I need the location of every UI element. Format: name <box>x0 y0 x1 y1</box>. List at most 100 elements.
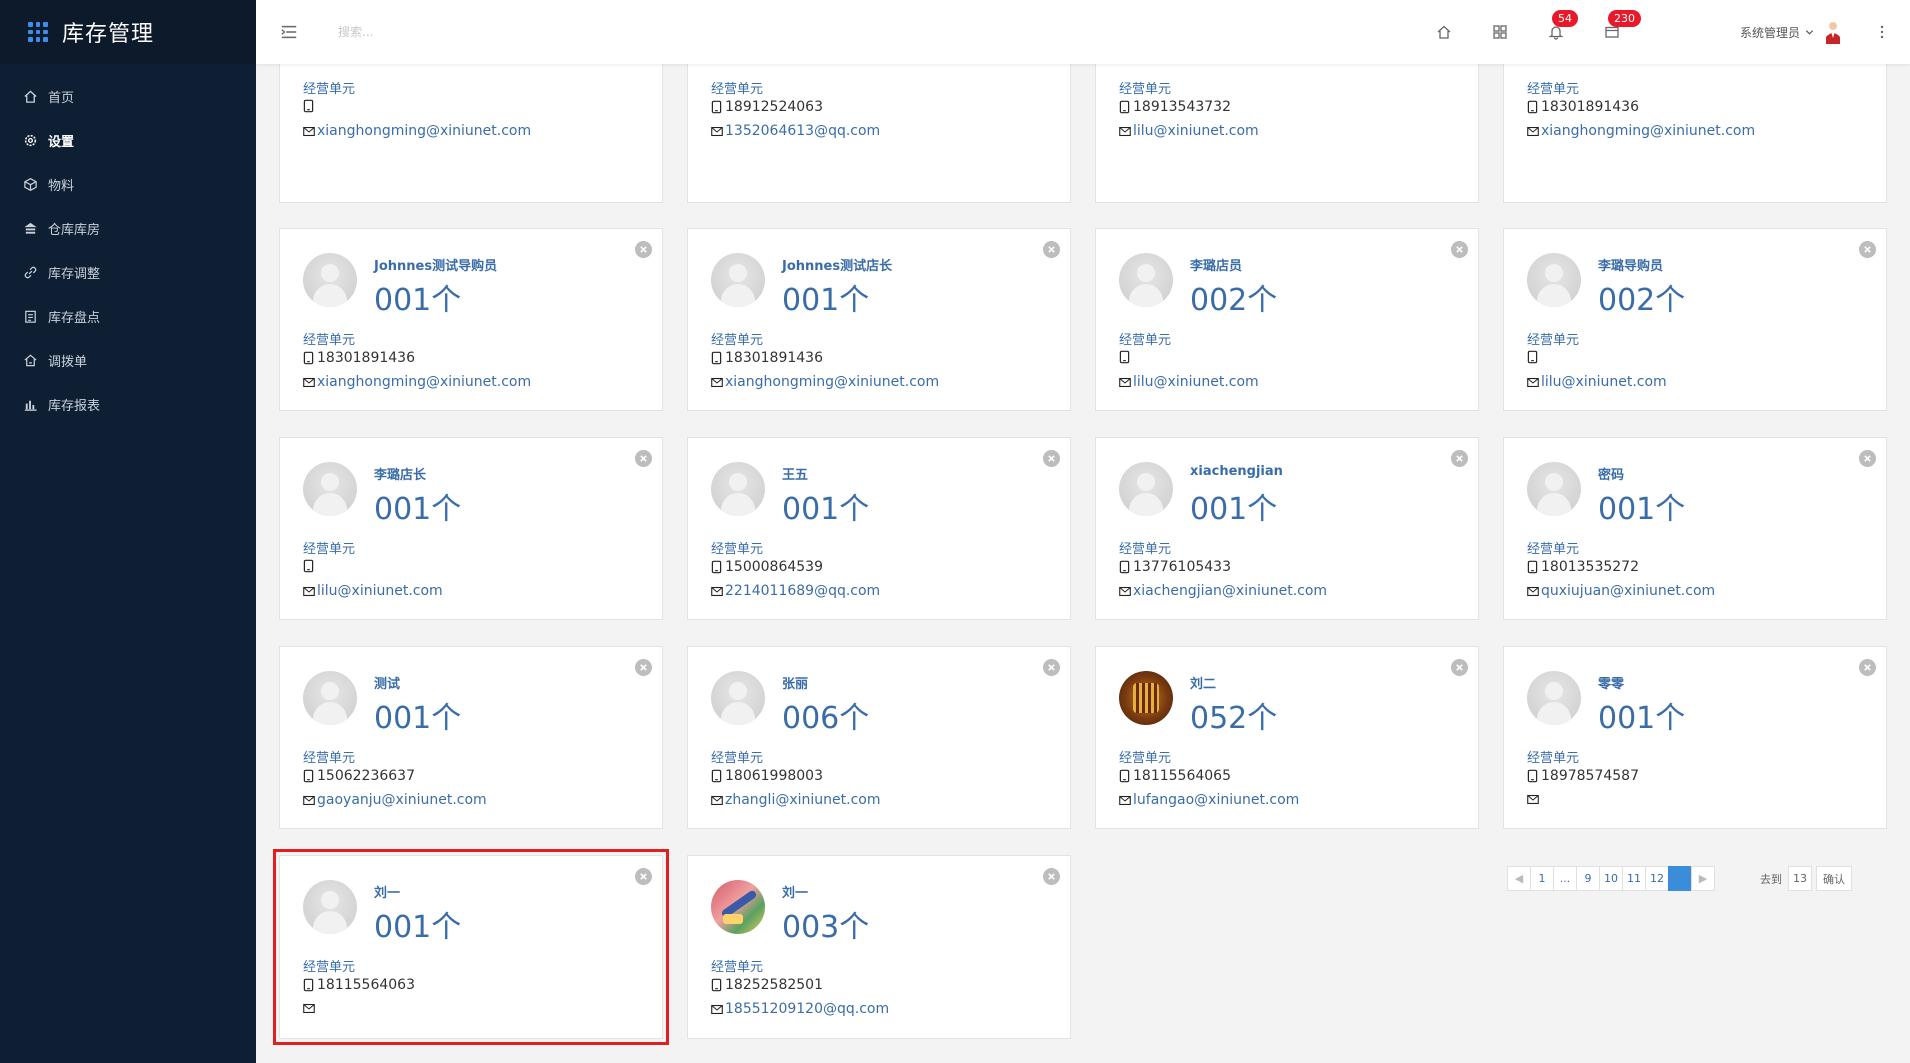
customer-card[interactable]: 李璐导购员 002个 经营单元 lilu@xiniunet.com <box>1503 228 1887 411</box>
email-link[interactable]: gaoyanju@xiniunet.com <box>317 792 487 808</box>
business-unit-link[interactable]: 经营单元 <box>1527 747 1579 766</box>
email-link[interactable]: zhangli@xiniunet.com <box>725 792 880 808</box>
goto-page-input[interactable] <box>1788 866 1812 891</box>
customer-name[interactable]: 密码 <box>1598 464 1624 483</box>
sidebar-item-stock-adjust[interactable]: 库存调整 <box>0 250 256 294</box>
message-icon[interactable]: 230 <box>1602 10 1641 42</box>
email-link[interactable]: lilu@xiniunet.com <box>1541 374 1667 390</box>
customer-card[interactable]: Johnnes测试导购员 001个 经营单元 18301891436 xianghong… <box>279 228 663 411</box>
email-link[interactable]: xianghongming@xiniunet.com <box>317 123 531 139</box>
email-link[interactable]: xianghongming@xiniunet.com <box>725 374 939 390</box>
business-unit-link[interactable]: 经营单元 <box>1527 538 1579 557</box>
customer-name[interactable]: 李璐导购员 <box>1598 255 1663 274</box>
customer-name[interactable]: Johnnes测试导购员 <box>374 255 497 274</box>
customer-card[interactable]: 李璐店长 001个 经营单元 lilu@xiniunet.com <box>279 437 663 620</box>
menu-toggle-icon[interactable] <box>278 21 300 43</box>
customer-name[interactable]: 测试 <box>374 673 400 692</box>
customer-card[interactable]: 王五 001个 经营单元 15000864539 2214011689@qq.com <box>687 437 1071 620</box>
business-unit-link[interactable]: 经营单元 <box>303 78 355 97</box>
email-link[interactable]: xianghongming@xiniunet.com <box>1541 123 1755 139</box>
customer-card[interactable]: 刘二 052个 经营单元 18115564065 lufangao@xiniunet.c… <box>1095 646 1479 829</box>
close-icon[interactable] <box>1043 241 1060 258</box>
customer-name[interactable]: 零零 <box>1598 673 1624 692</box>
close-icon[interactable] <box>1859 241 1876 258</box>
sidebar-item-warehouse[interactable]: 仓库库房 <box>0 206 256 250</box>
sidebar-item-reports[interactable]: 库存报表 <box>0 382 256 426</box>
page-button[interactable]: 11 <box>1622 866 1646 891</box>
customer-name[interactable]: xiachengjian <box>1190 464 1283 479</box>
email-link[interactable]: lufangao@xiniunet.com <box>1133 792 1299 808</box>
business-unit-link[interactable]: 经营单元 <box>1527 78 1579 97</box>
business-unit-link[interactable]: 经营单元 <box>711 329 763 348</box>
business-unit-link[interactable]: 经营单元 <box>1119 329 1171 348</box>
business-unit-link[interactable]: 经营单元 <box>1119 78 1171 97</box>
business-unit-link[interactable]: 经营单元 <box>303 538 355 557</box>
sidebar-item-materials[interactable]: 物料 <box>0 162 256 206</box>
customer-card[interactable]: 刘一 001个 经营单元 18115564063 <box>273 849 669 1045</box>
close-icon[interactable] <box>1043 659 1060 676</box>
email-link[interactable]: xianghongming@xiniunet.com <box>317 374 531 390</box>
business-unit-link[interactable]: 经营单元 <box>1119 747 1171 766</box>
business-unit-link[interactable]: 经营单元 <box>711 956 763 975</box>
customer-card[interactable]: 李璐店员 002个 经营单元 lilu@xiniunet.com <box>1095 228 1479 411</box>
close-icon[interactable] <box>635 659 652 676</box>
dashboard-grid-icon[interactable] <box>1490 22 1510 42</box>
business-unit-link[interactable]: 经营单元 <box>303 956 355 975</box>
close-icon[interactable] <box>1859 659 1876 676</box>
business-unit-link[interactable]: 经营单元 <box>711 78 763 97</box>
customer-card[interactable]: 零零 001个 经营单元 18978574587 <box>1503 646 1887 829</box>
close-icon[interactable] <box>635 868 652 885</box>
sidebar-item-stock-count[interactable]: 库存盘点 <box>0 294 256 338</box>
customer-card[interactable]: Johnnes测试店长 001个 经营单元 18301891436 xianghongm… <box>687 228 1071 411</box>
business-unit-link[interactable]: 经营单元 <box>303 329 355 348</box>
email-link[interactable]: lilu@xiniunet.com <box>1133 123 1259 139</box>
customer-name[interactable]: Johnnes测试店长 <box>782 255 892 274</box>
customer-name[interactable]: 刘一 <box>374 882 400 901</box>
close-icon[interactable] <box>1451 450 1468 467</box>
prev-page-button[interactable]: ◀ <box>1507 866 1531 891</box>
email-link[interactable]: 18551209120@qq.com <box>725 1001 889 1017</box>
goto-confirm-button[interactable]: 确认 <box>1816 866 1852 891</box>
close-icon[interactable] <box>1451 659 1468 676</box>
sidebar-item-home[interactable]: 首页 <box>0 74 256 118</box>
email-link[interactable]: 2214011689@qq.com <box>725 583 880 599</box>
close-icon[interactable] <box>635 450 652 467</box>
business-unit-link[interactable]: 经营单元 <box>303 747 355 766</box>
business-unit-link[interactable]: 经营单元 <box>1119 538 1171 557</box>
home-icon[interactable] <box>1434 22 1454 42</box>
customer-name[interactable]: 刘一 <box>782 882 808 901</box>
customer-card[interactable]: 张丽 006个 经营单元 18061998003 zhangli@xiniunet.co… <box>687 646 1071 829</box>
customer-name[interactable]: 李璐店长 <box>374 464 426 483</box>
customer-name[interactable]: 张丽 <box>782 673 808 692</box>
bell-icon[interactable]: 54 <box>1546 10 1578 42</box>
sidebar-item-settings[interactable]: 设置 <box>0 118 256 162</box>
search-input[interactable] <box>338 25 638 39</box>
customer-card[interactable]: xiachengjian 001个 经营单元 13776105433 xiachengj… <box>1095 437 1479 620</box>
email-link[interactable]: lilu@xiniunet.com <box>1133 374 1259 390</box>
page-button[interactable]: 9 <box>1576 866 1600 891</box>
business-unit-link[interactable]: 经营单元 <box>1527 329 1579 348</box>
close-icon[interactable] <box>1043 450 1060 467</box>
email-link[interactable]: lilu@xiniunet.com <box>317 583 443 599</box>
page-button[interactable]: 12 <box>1645 866 1669 891</box>
customer-name[interactable]: 刘二 <box>1190 673 1216 692</box>
business-unit-link[interactable]: 经营单元 <box>711 538 763 557</box>
email-link[interactable]: xiachengjian@xiniunet.com <box>1133 583 1327 599</box>
apps-grid-icon[interactable] <box>28 22 48 42</box>
close-icon[interactable] <box>1451 241 1468 258</box>
sidebar-item-transfer[interactable]: 调拨单 <box>0 338 256 382</box>
email-link[interactable]: 1352064613@qq.com <box>725 123 880 139</box>
customer-name[interactable]: 王五 <box>782 464 808 483</box>
close-icon[interactable] <box>1859 450 1876 467</box>
customer-name[interactable]: 李璐店员 <box>1190 255 1242 274</box>
current-page-button[interactable]: 13 <box>1668 866 1692 891</box>
customer-card[interactable]: 密码 001个 经营单元 18013535272 quxiujuan@xiniunet.… <box>1503 437 1887 620</box>
page-button[interactable]: 10 <box>1599 866 1623 891</box>
next-page-button[interactable]: ▶ <box>1691 866 1715 891</box>
user-menu[interactable]: 系统管理员 <box>1740 20 1842 44</box>
business-unit-link[interactable]: 经营单元 <box>711 747 763 766</box>
customer-card[interactable]: 刘一 003个 经营单元 18252582501 18551209120@qq.com <box>687 855 1071 1039</box>
email-link[interactable]: quxiujuan@xiniunet.com <box>1541 583 1715 599</box>
more-vertical-icon[interactable] <box>1872 22 1892 42</box>
close-icon[interactable] <box>1043 868 1060 885</box>
